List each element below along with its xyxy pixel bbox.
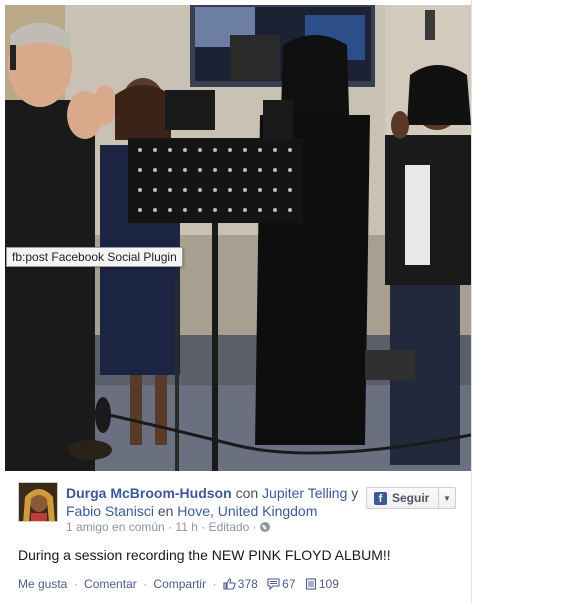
location-link[interactable]: Hove, United Kingdom	[177, 503, 317, 519]
thumbs-up-icon[interactable]	[223, 578, 236, 593]
tagged-user-link-1[interactable]: Jupiter Telling	[262, 485, 347, 501]
share-document-icon[interactable]	[305, 578, 317, 593]
page: fb:post Facebook Social Plugin Durga McB…	[0, 0, 563, 603]
facebook-logo-icon: f	[374, 491, 387, 505]
shares-count[interactable]: 109	[319, 577, 339, 591]
post-actions: Me gusta · Comentar · Compartir · 378 67	[18, 577, 339, 593]
comment-link[interactable]: Comentar	[84, 577, 137, 591]
facebook-embedded-post: fb:post Facebook Social Plugin Durga McB…	[0, 0, 472, 603]
profile-photo	[19, 483, 57, 521]
studio-photo-image	[5, 5, 471, 471]
share-link[interactable]: Compartir	[153, 577, 206, 591]
follow-button[interactable]: f Seguir ▼	[366, 487, 456, 509]
globe-icon	[259, 522, 270, 532]
in-word: en	[157, 503, 174, 519]
author-name-link[interactable]: Durga McBroom-Hudson	[66, 485, 232, 501]
tooltip: fb:post Facebook Social Plugin	[6, 247, 183, 267]
mutual-friends[interactable]: 1 amigo en común	[66, 520, 165, 534]
post-meta: 1 amigo en común · 11 h · Editado ·	[66, 520, 270, 534]
tagged-user-link-2[interactable]: Fabio Stanisci	[66, 503, 154, 519]
comment-bubble-icon[interactable]	[267, 578, 280, 593]
post-author-line: Durga McBroom-Hudson con Jupiter Telling…	[66, 484, 366, 520]
with-word: con	[235, 485, 259, 501]
comments-count[interactable]: 67	[282, 577, 295, 591]
post-time[interactable]: 11 h	[175, 520, 197, 534]
post-photo[interactable]	[5, 5, 471, 471]
chevron-down-icon[interactable]: ▼	[439, 494, 455, 503]
avatar[interactable]	[18, 482, 58, 522]
follow-label: Seguir	[392, 491, 430, 505]
like-link[interactable]: Me gusta	[18, 577, 67, 591]
likes-count[interactable]: 378	[238, 577, 258, 591]
and-word: y	[351, 485, 359, 501]
edited-label[interactable]: Editado	[209, 520, 250, 534]
post-message: During a session recording the NEW PINK …	[18, 547, 391, 563]
